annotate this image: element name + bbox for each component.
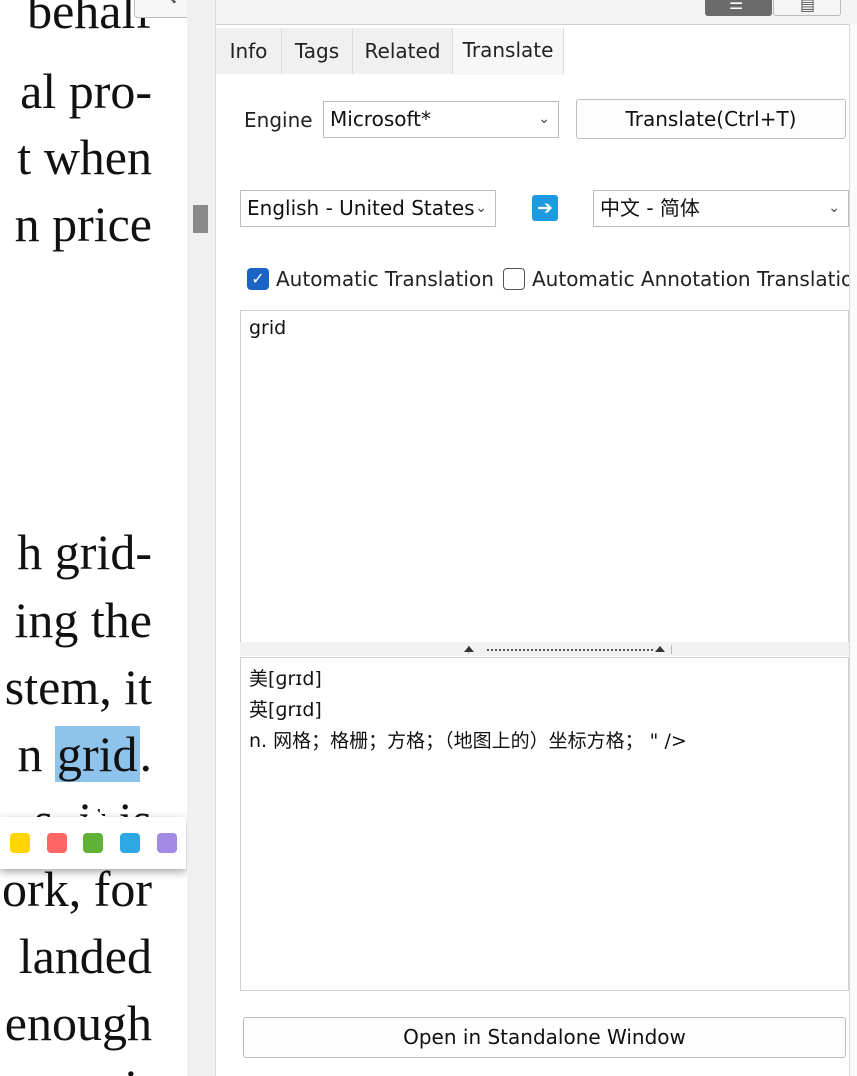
tab-related[interactable]: Related [353,28,453,74]
pdf-text-line: ork, for [2,861,152,917]
outline-view-button[interactable]: ☰ [705,0,772,16]
engine-select-value: Microsoft* [330,107,432,131]
pdf-text-line: ing the [14,592,152,648]
result-line-uk-pronunciation: 英[ɡrɪd] [249,699,322,721]
pane-splitter[interactable] [240,642,849,656]
scrollbar-thumb[interactable] [193,205,208,233]
pdf-text-line: stem, it [4,659,152,715]
automatic-translation-checkbox[interactable]: ✓ [247,268,269,290]
tab-tags[interactable]: Tags [282,28,353,74]
color-swatch-green[interactable] [83,833,103,853]
automatic-annotation-translation-label[interactable]: Automatic Annotation Translation [532,267,857,291]
engine-label: Engine [244,108,313,132]
pdf-viewer[interactable]: behalf al pro- t when n price h grid- in… [0,0,187,1076]
splitter-dots [487,649,653,651]
side-panel: ☰ ▤ Info Tags Related Translate Engine M… [216,0,857,1076]
color-swatch-blue[interactable] [120,833,140,853]
search-icon: 🔍 [157,0,177,4]
tab-bar: Info Tags Related Translate [216,28,849,75]
automatic-annotation-translation-checkbox[interactable] [503,268,525,290]
chevron-down-icon: ⌄ [538,111,550,127]
result-line-us-pronunciation: 美[ɡrɪd] [249,668,322,690]
chevron-down-icon: ⌄ [828,200,840,216]
highlight-color-popup [0,808,186,869]
target-language-select[interactable]: 中文 - 简体 ⌄ [593,190,849,227]
source-text: grid [249,317,287,339]
collapse-up-icon[interactable] [464,646,474,652]
tab-info[interactable]: Info [216,28,282,74]
tab-translate[interactable]: Translate [453,28,564,75]
result-line-definition: n. 网格；格栅；方格；（地图上的）坐标方格； " /> [249,730,687,752]
color-swatch-yellow[interactable] [10,833,30,853]
swap-direction-arrow-icon[interactable]: ➔ [532,195,558,221]
automatic-translation-label[interactable]: Automatic Translation [276,267,494,291]
pdf-scrollbar[interactable] [187,0,216,1076]
translation-result-area[interactable]: 美[ɡrɪd] 英[ɡrɪd] n. 网格；格栅；方格；（地图上的）坐标方格； … [240,657,849,991]
source-language-value: English - United States [247,196,475,220]
splitter-grip[interactable] [464,645,672,654]
list-icon: ☰ [729,0,744,13]
selected-word-highlight[interactable]: grid [54,726,140,782]
engine-select[interactable]: Microsoft* ⌄ [323,101,559,138]
color-swatch-purple[interactable] [157,833,177,853]
document-icon: ▤ [800,0,816,14]
open-standalone-window-button[interactable]: Open in Standalone Window [243,1017,846,1058]
right-panel-border [849,24,857,1076]
pdf-text-line: landed [18,928,152,984]
pdf-text-line: enough [4,995,152,1051]
source-language-select[interactable]: English - United States ⌄ [240,190,496,227]
pdf-text-line: t when [17,129,152,185]
search-button[interactable]: 🔍 [134,0,187,18]
chevron-down-icon: ⌄ [475,200,487,216]
translate-button[interactable]: Translate(Ctrl+T) [576,99,846,139]
pdf-text-line: al pro- [20,63,152,119]
panel-toolbar: ☰ ▤ [216,0,857,25]
pdf-text-line: it [124,1062,152,1076]
pdf-text-line-selected[interactable]: n grid. [17,726,152,782]
notes-view-button[interactable]: ▤ [773,0,841,16]
pdf-text-line: n price [14,196,152,252]
collapse-up-icon[interactable] [655,646,665,652]
target-language-value: 中文 - 简体 [600,196,700,220]
color-swatch-red[interactable] [47,833,67,853]
checkmark-icon: ✓ [251,269,265,288]
source-text-area[interactable]: grid [240,310,849,643]
pdf-text-line: h grid- [17,524,152,580]
